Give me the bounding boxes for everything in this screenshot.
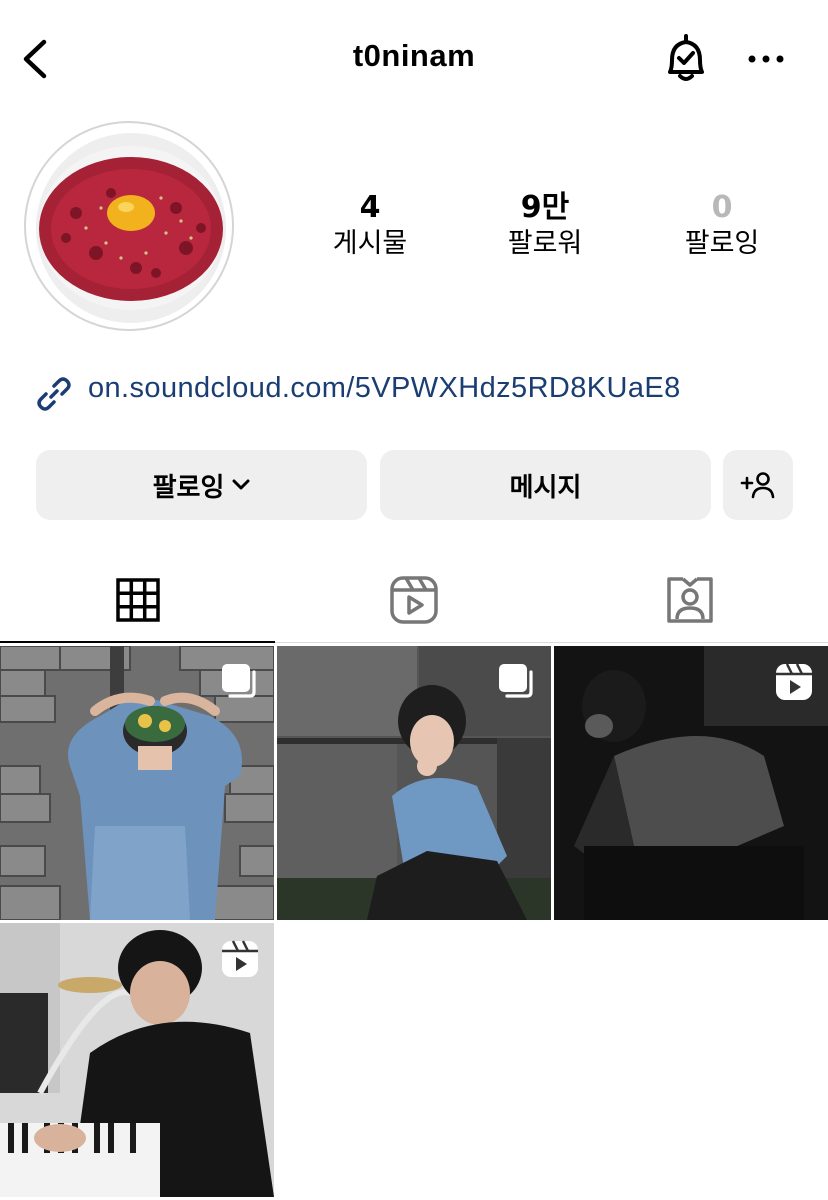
post-thumbnail[interactable] <box>0 923 274 1197</box>
add-user-button[interactable] <box>723 450 793 520</box>
posts-label: 게시물 <box>332 228 408 259</box>
reels-icon <box>389 575 439 625</box>
more-options-icon[interactable] <box>742 44 790 74</box>
carousel-icon <box>497 662 537 702</box>
message-button[interactable]: 메시지 <box>380 450 711 520</box>
post-thumbnail[interactable] <box>0 646 274 920</box>
tab-tagged[interactable] <box>552 560 828 640</box>
following-count: 0 <box>711 190 733 225</box>
stat-following[interactable]: 0 팔로잉 <box>642 190 802 262</box>
posts-count: 4 <box>359 190 381 225</box>
followers-count: 9만 <box>520 190 570 225</box>
post-thumbnail[interactable] <box>554 646 828 920</box>
chevron-down-icon <box>232 479 250 491</box>
stat-followers[interactable]: 9만 팔로워 <box>465 190 625 262</box>
active-tab-indicator <box>0 641 275 643</box>
tab-grid[interactable] <box>0 560 276 640</box>
message-button-label: 메시지 <box>509 472 582 503</box>
tagged-icon <box>665 575 715 625</box>
carousel-icon <box>220 662 260 702</box>
avatar[interactable] <box>36 133 226 323</box>
post-thumbnail[interactable] <box>277 646 551 920</box>
reel-icon <box>220 939 260 979</box>
grid-icon <box>115 577 161 623</box>
following-button-label: 팔로잉 <box>152 472 225 503</box>
bio-link[interactable]: on.soundcloud.com/5VPWXHdz5RD8KUaE8 <box>88 372 681 405</box>
reel-icon <box>774 662 814 702</box>
notification-bell-icon[interactable] <box>660 32 712 86</box>
add-user-icon <box>740 470 776 500</box>
stat-posts[interactable]: 4 게시물 <box>290 190 450 262</box>
link-icon <box>34 374 74 414</box>
tab-reels[interactable] <box>276 560 552 640</box>
followers-label: 팔로워 <box>507 228 583 259</box>
following-button[interactable]: 팔로잉 <box>36 450 367 520</box>
following-label: 팔로잉 <box>684 228 760 259</box>
